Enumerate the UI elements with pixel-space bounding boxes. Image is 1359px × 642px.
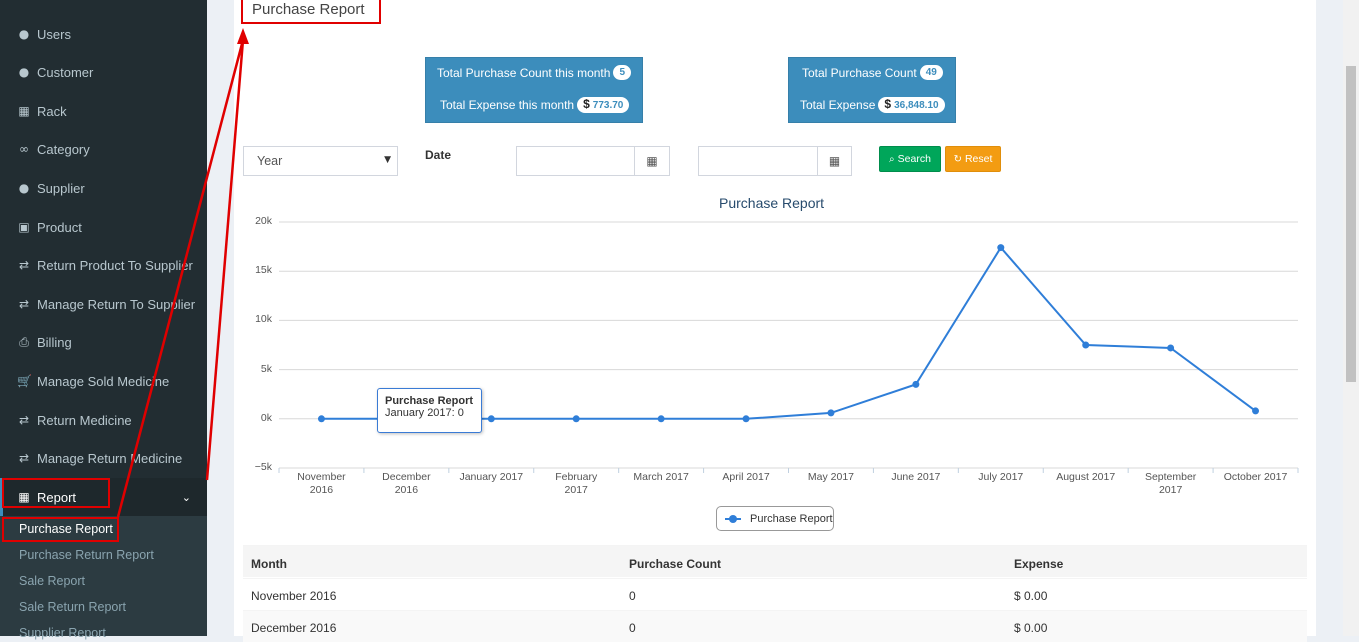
annotation-arrow [116,28,249,518]
